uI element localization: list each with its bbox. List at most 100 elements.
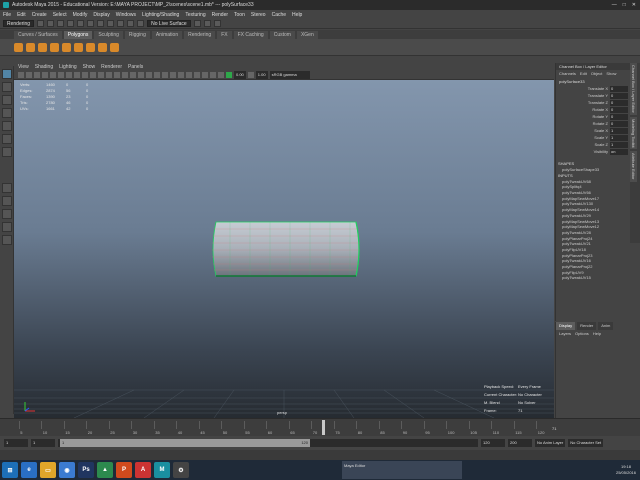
attr-value[interactable]: on <box>610 148 628 155</box>
screen-space-ao-icon[interactable] <box>162 72 168 78</box>
cb-menu-show[interactable]: Show <box>606 70 616 78</box>
menu-lighting-shading[interactable]: Lighting/Shading <box>142 12 179 18</box>
attr-value[interactable]: 0 <box>610 85 628 92</box>
ie-taskbar-icon[interactable]: e <box>21 462 37 478</box>
paint-select-icon[interactable] <box>1 95 12 105</box>
menu-stereo[interactable]: Stereo <box>251 12 266 18</box>
resolution-gate-icon[interactable] <box>66 72 72 78</box>
snap-grid-icon[interactable] <box>117 20 125 27</box>
menu-file[interactable]: File <box>3 12 11 18</box>
layer-tab-anim[interactable]: Anim <box>598 322 614 330</box>
wireframe-icon[interactable] <box>106 72 112 78</box>
gamma-icon[interactable] <box>247 72 254 78</box>
poly-plane-icon[interactable] <box>62 42 71 52</box>
layer-tab-display[interactable]: Display <box>556 322 576 330</box>
tab-xgen[interactable]: XGen <box>296 31 318 39</box>
poly-cube-icon[interactable] <box>26 42 35 52</box>
app-taskbar-icon[interactable]: ▲ <box>97 462 113 478</box>
panel-menu-renderer[interactable]: Renderer <box>101 64 122 70</box>
menuset-dropdown[interactable]: Rendering <box>3 20 35 27</box>
field-chart-icon[interactable] <box>82 72 88 78</box>
tab-channel-box[interactable]: Channel Box / Layer Editor <box>630 63 637 115</box>
select-component-icon[interactable] <box>107 20 115 27</box>
attr-value[interactable]: 1 <box>610 134 628 141</box>
panel-menu-view[interactable]: View <box>18 64 29 70</box>
snap-point-icon[interactable] <box>137 20 145 27</box>
acrobat-taskbar-icon[interactable]: A <box>135 462 151 478</box>
attr-value[interactable]: 0 <box>610 113 628 120</box>
poly-sphere-icon[interactable] <box>14 42 23 52</box>
menu-help[interactable]: Help <box>292 12 302 18</box>
ipr-render-icon[interactable] <box>203 20 211 27</box>
menu-texturing[interactable]: Texturing <box>185 12 205 18</box>
playback-end-field[interactable]: 120 <box>481 439 505 447</box>
character-set-dropdown[interactable]: No Character Set <box>568 439 604 447</box>
xray-icon[interactable] <box>202 72 208 78</box>
depth-of-field-icon[interactable] <box>186 72 192 78</box>
hypershade-layout-icon[interactable] <box>1 235 12 245</box>
attr-scale-z[interactable]: Scale Z1 <box>556 141 630 148</box>
attr-rotate-x[interactable]: Rotate X0 <box>556 106 630 113</box>
save-scene-icon[interactable] <box>57 20 65 27</box>
attr-translate-x[interactable]: Translate X0 <box>556 85 630 92</box>
select-tool-icon[interactable] <box>1 69 12 79</box>
range-bar[interactable]: 1 120 <box>58 439 478 447</box>
range-handle[interactable]: 1 120 <box>60 439 310 447</box>
tab-animation[interactable]: Animation <box>151 31 183 39</box>
menu-select[interactable]: Select <box>53 12 67 18</box>
menu-modify[interactable]: Modify <box>73 12 88 18</box>
tab-rendering[interactable]: Rendering <box>184 31 216 39</box>
last-tool-icon[interactable] <box>1 147 12 157</box>
cb-menu-channels[interactable]: Channels <box>559 70 576 78</box>
menu-display[interactable]: Display <box>93 12 109 18</box>
persp-graph-layout-icon[interactable] <box>1 222 12 232</box>
textured-icon[interactable] <box>138 72 144 78</box>
start-time-field[interactable]: 1 <box>4 439 28 447</box>
start-button[interactable]: ⊞ <box>2 462 18 478</box>
poly-pipe-icon[interactable] <box>110 42 119 52</box>
command-line[interactable] <box>0 450 640 460</box>
gate-mask-icon[interactable] <box>74 72 80 78</box>
gamma-field[interactable]: 1.00 <box>255 71 268 79</box>
layer-menu-help[interactable]: Help <box>593 330 601 337</box>
menu-toon[interactable]: Toon <box>234 12 245 18</box>
attr-value[interactable]: 0 <box>610 106 628 113</box>
attr-rotate-z[interactable]: Rotate Z0 <box>556 120 630 127</box>
attr-translate-z[interactable]: Translate Z0 <box>556 99 630 106</box>
playback-start-field[interactable]: 1 <box>31 439 55 447</box>
flat-shade-icon[interactable] <box>122 72 128 78</box>
menu-render[interactable]: Render <box>212 12 228 18</box>
maya-window-thumbnail[interactable]: Maya Editor <box>342 461 462 479</box>
snap-curve-icon[interactable] <box>127 20 135 27</box>
poly-pyramid-icon[interactable] <box>98 42 107 52</box>
chrome-taskbar-icon[interactable]: ◉ <box>59 462 75 478</box>
camera-select-icon[interactable] <box>18 72 24 78</box>
cb-menu-edit[interactable]: Edit <box>580 70 587 78</box>
attr-scale-y[interactable]: Scale Y1 <box>556 134 630 141</box>
use-all-lights-icon[interactable] <box>146 72 152 78</box>
new-scene-icon[interactable] <box>37 20 45 27</box>
attr-rotate-y[interactable]: Rotate Y0 <box>556 113 630 120</box>
tab-fx-caching[interactable]: FX Caching <box>233 31 268 39</box>
maximize-button[interactable]: □ <box>623 2 626 8</box>
scale-tool-icon[interactable] <box>1 134 12 144</box>
motion-blur-icon[interactable] <box>170 72 176 78</box>
bookmark-icon[interactable] <box>34 72 40 78</box>
camera-attrs-icon[interactable] <box>26 72 32 78</box>
layer-menu-options[interactable]: Options <box>575 330 589 337</box>
film-gate-icon[interactable] <box>58 72 64 78</box>
history-node[interactable]: polyTweakUV15 <box>556 275 630 281</box>
poly-cylinder-icon[interactable] <box>38 42 47 52</box>
close-button[interactable]: ✕ <box>632 2 636 8</box>
settings-taskbar-icon[interactable]: ⚙ <box>173 462 189 478</box>
attr-scale-x[interactable]: Scale X1 <box>556 127 630 134</box>
time-ruler[interactable]: 5 10 15 20 25 30 35 40 45 50 55 60 65 70 75 80 85 90 95 100… <box>0 419 640 437</box>
menu-create[interactable]: Create <box>32 12 47 18</box>
selected-cylinder-mesh[interactable] <box>210 220 362 278</box>
multisample-aa-icon[interactable] <box>178 72 184 78</box>
rotate-tool-icon[interactable] <box>1 121 12 131</box>
attr-value[interactable]: 0 <box>610 92 628 99</box>
poly-cone-icon[interactable] <box>50 42 59 52</box>
four-view-layout-icon[interactable] <box>1 196 12 206</box>
panel-menu-shading[interactable]: Shading <box>35 64 53 70</box>
